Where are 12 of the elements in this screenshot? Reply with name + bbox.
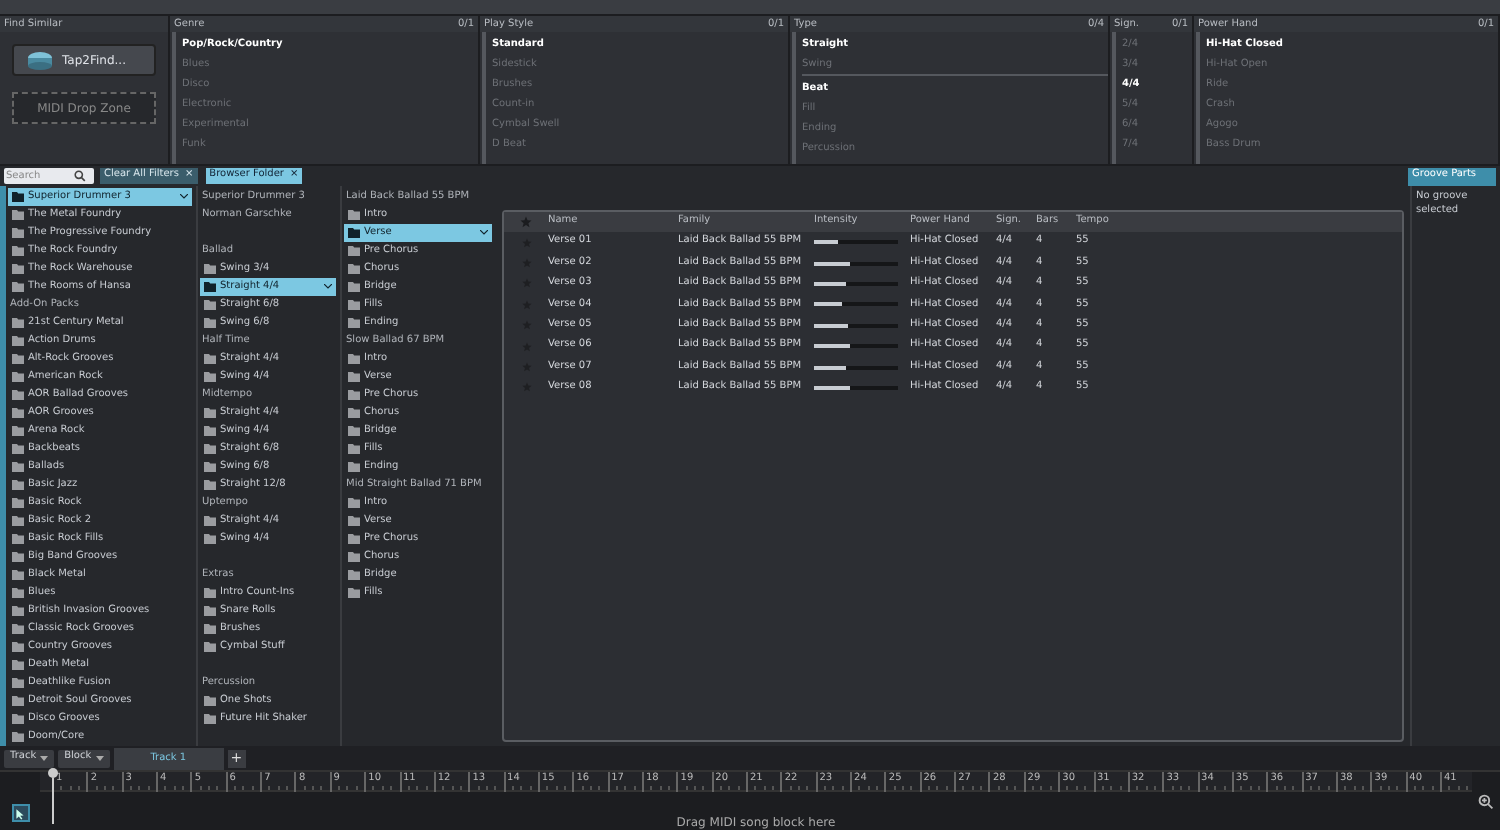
chevron-icon [480, 230, 488, 236]
chevron-icon [324, 284, 332, 290]
drum-icon [26, 50, 54, 70]
caret-icon [40, 755, 49, 761]
select-tool-button[interactable] [11, 804, 29, 822]
zoom-icon[interactable] [1478, 793, 1494, 809]
star-icon[interactable] [520, 216, 532, 228]
pointer-icon [14, 807, 26, 819]
search-icon [74, 170, 86, 182]
playhead[interactable] [48, 768, 58, 824]
chevron-icon [180, 194, 188, 200]
caret-icon [95, 755, 104, 761]
